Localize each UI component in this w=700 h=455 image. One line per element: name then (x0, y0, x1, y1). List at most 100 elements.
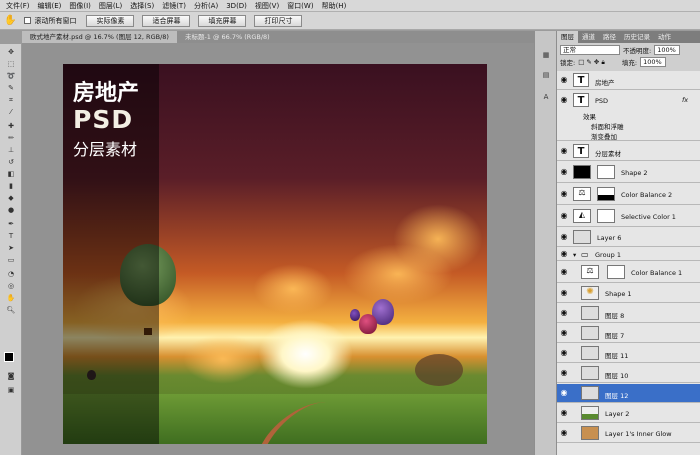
canvas-area[interactable]: 房地产 PSD 分层素材 (22, 43, 534, 455)
eye-icon[interactable]: ◉ (559, 388, 569, 398)
layer-row[interactable]: ◉ ◭ Selective Color 1 (557, 206, 700, 227)
3d-orbit-tool-icon[interactable]: ◎ (4, 282, 18, 291)
layer-row[interactable]: ◉ 图层 10 (557, 364, 700, 383)
layer-row[interactable]: ◉ 图层 11 (557, 344, 700, 363)
effect-gradient-overlay[interactable]: 渐变叠加 (591, 131, 617, 141)
tab-actions[interactable]: 动作 (654, 31, 675, 43)
eye-icon[interactable]: ◉ (559, 249, 569, 259)
healing-brush-icon[interactable]: ✚ (4, 122, 18, 131)
fill-input[interactable]: 100% (640, 57, 667, 67)
menu-help[interactable]: 帮助(H) (322, 1, 347, 11)
eye-icon[interactable]: ◉ (559, 167, 569, 177)
menu-analysis[interactable]: 分析(A) (194, 1, 218, 11)
tab-channels[interactable]: 通道 (578, 31, 599, 43)
blur-tool-icon[interactable]: ◆ (4, 194, 18, 203)
fit-screen-button[interactable]: 适合屏幕 (142, 14, 191, 27)
layer-name: 图层 10 (605, 372, 629, 380)
layer-row[interactable]: ◉ ✺ Shape 1 (557, 284, 700, 303)
lock-icons[interactable]: □ ✎ ✥ 🔒︎ (578, 58, 605, 67)
layer-row[interactable]: ◉ T 分层素材 (557, 142, 700, 161)
hand-tool-icon[interactable]: ✋ (4, 15, 16, 26)
layer-row[interactable]: ◉ Layer 1's Inner Glow (557, 424, 700, 443)
layer-name: 分层素材 (595, 150, 621, 158)
eye-icon[interactable]: ◉ (559, 95, 569, 105)
menu-edit[interactable]: 编辑(E) (38, 1, 62, 11)
menu-window[interactable]: 窗口(W) (287, 1, 313, 11)
menu-layer[interactable]: 图层(L) (99, 1, 122, 11)
gradient-tool-icon[interactable]: ▮ (4, 182, 18, 191)
fill-screen-button[interactable]: 填充屏幕 (198, 14, 247, 27)
fx-icon[interactable]: fx (682, 96, 688, 104)
hand-tool-icon[interactable]: ✋ (4, 294, 18, 303)
layer-row[interactable]: ◉ Layer 2 (557, 404, 700, 423)
eye-icon[interactable]: ◉ (559, 408, 569, 418)
eye-icon[interactable]: ◉ (559, 328, 569, 338)
crop-tool-icon[interactable]: ⌗ (4, 96, 18, 105)
actual-pixels-button[interactable]: 实际像素 (86, 14, 135, 27)
eyedropper-tool-icon[interactable]: ⁄ (4, 108, 18, 117)
tab-document-1[interactable]: 欧式地产素材.psd @ 16.7% (图层 12, RGB/8) (22, 31, 177, 43)
panel-icon[interactable]: ▤ (539, 71, 553, 80)
quick-select-tool-icon[interactable]: ✎ (4, 84, 18, 93)
artwork-image[interactable]: 房地产 PSD 分层素材 (63, 64, 487, 444)
history-brush-icon[interactable]: ↺ (4, 158, 18, 167)
layer-row[interactable]: ◉ ⚖ Color Balance 2 (557, 184, 700, 205)
layer-row[interactable]: ◉ T 房地产 (557, 71, 700, 90)
eraser-tool-icon[interactable]: ◧ (4, 170, 18, 179)
layer-row[interactable]: ◉ 图层 8 (557, 304, 700, 323)
print-size-button[interactable]: 打印尺寸 (254, 14, 303, 27)
quick-mask-icon[interactable]: ◙ (4, 372, 18, 381)
scroll-all-windows-checkbox[interactable]: 滚动所有窗口 (24, 16, 76, 26)
menu-select[interactable]: 选择(S) (130, 1, 154, 11)
panel-icon[interactable]: ▦ (539, 51, 553, 60)
checkbox-box[interactable] (24, 17, 32, 24)
layer-row[interactable]: ◉ 图层 7 (557, 324, 700, 343)
tab-document-2[interactable]: 未标题-1 @ 66.7% (RGB/8) (177, 31, 278, 43)
eye-icon[interactable]: ◉ (559, 428, 569, 438)
menu-image[interactable]: 图像(I) (69, 1, 91, 11)
stamp-tool-icon[interactable]: ⊥ (4, 146, 18, 155)
lasso-tool-icon[interactable]: ➰ (4, 72, 18, 81)
eye-icon[interactable]: ◉ (559, 146, 569, 156)
dodge-tool-icon[interactable]: ● (4, 206, 18, 215)
foreground-color-swatch[interactable] (4, 352, 14, 362)
layer-row[interactable]: ◉ Layer 6 (557, 228, 700, 247)
layer-row[interactable]: ◉ T PSD fx 效果 斜面和浮雕 渐变叠加 (557, 91, 700, 141)
tab-history[interactable]: 历史记录 (620, 31, 654, 43)
move-tool-icon[interactable]: ✥ (4, 48, 18, 57)
eye-icon[interactable]: ◉ (559, 232, 569, 242)
blend-mode-select[interactable]: 正常 (560, 44, 620, 55)
layer-row[interactable]: ◉ ⚖ Color Balance 1 (557, 262, 700, 283)
tab-layers[interactable]: 图层 (557, 31, 578, 43)
menu-file[interactable]: 文件(F) (6, 1, 30, 11)
opacity-input[interactable]: 100% (654, 44, 681, 55)
3d-rotate-tool-icon[interactable]: ◔ (4, 270, 18, 279)
tab-paths[interactable]: 路径 (599, 31, 620, 43)
menu-view[interactable]: 视图(V) (255, 1, 279, 11)
layer-row-selected[interactable]: ◉ 图层 12 (557, 384, 700, 403)
effect-bevel[interactable]: 斜面和浮雕 (591, 121, 624, 131)
path-select-tool-icon[interactable]: ➤ (4, 244, 18, 253)
eye-icon[interactable]: ◉ (559, 211, 569, 221)
panel-icon[interactable]: A (539, 93, 553, 102)
menu-filter[interactable]: 滤镜(T) (162, 1, 186, 11)
type-tool-icon[interactable]: T (4, 232, 18, 241)
layer-thumb (573, 230, 591, 244)
eye-icon[interactable]: ◉ (559, 368, 569, 378)
layer-row[interactable]: ◉ Shape 2 (557, 162, 700, 183)
brush-tool-icon[interactable]: ✏ (4, 134, 18, 143)
menu-3d[interactable]: 3D(D) (226, 2, 247, 10)
eye-icon[interactable]: ◉ (559, 267, 569, 277)
screen-mode-icon[interactable]: ▣ (4, 386, 18, 395)
expand-triangle-icon[interactable]: ▾ (573, 251, 576, 259)
shape-tool-icon[interactable]: ▭ (4, 256, 18, 265)
eye-icon[interactable]: ◉ (559, 75, 569, 85)
zoom-tool-icon[interactable]: 🔍︎ (4, 306, 18, 315)
eye-icon[interactable]: ◉ (559, 189, 569, 199)
eye-icon[interactable]: ◉ (559, 348, 569, 358)
group-row[interactable]: ◉ ▾ ▭ Group 1 (557, 248, 700, 261)
eye-icon[interactable]: ◉ (559, 308, 569, 318)
marquee-tool-icon[interactable]: ⬚ (4, 60, 18, 69)
eye-icon[interactable]: ◉ (559, 288, 569, 298)
pen-tool-icon[interactable]: ✒ (4, 220, 18, 229)
